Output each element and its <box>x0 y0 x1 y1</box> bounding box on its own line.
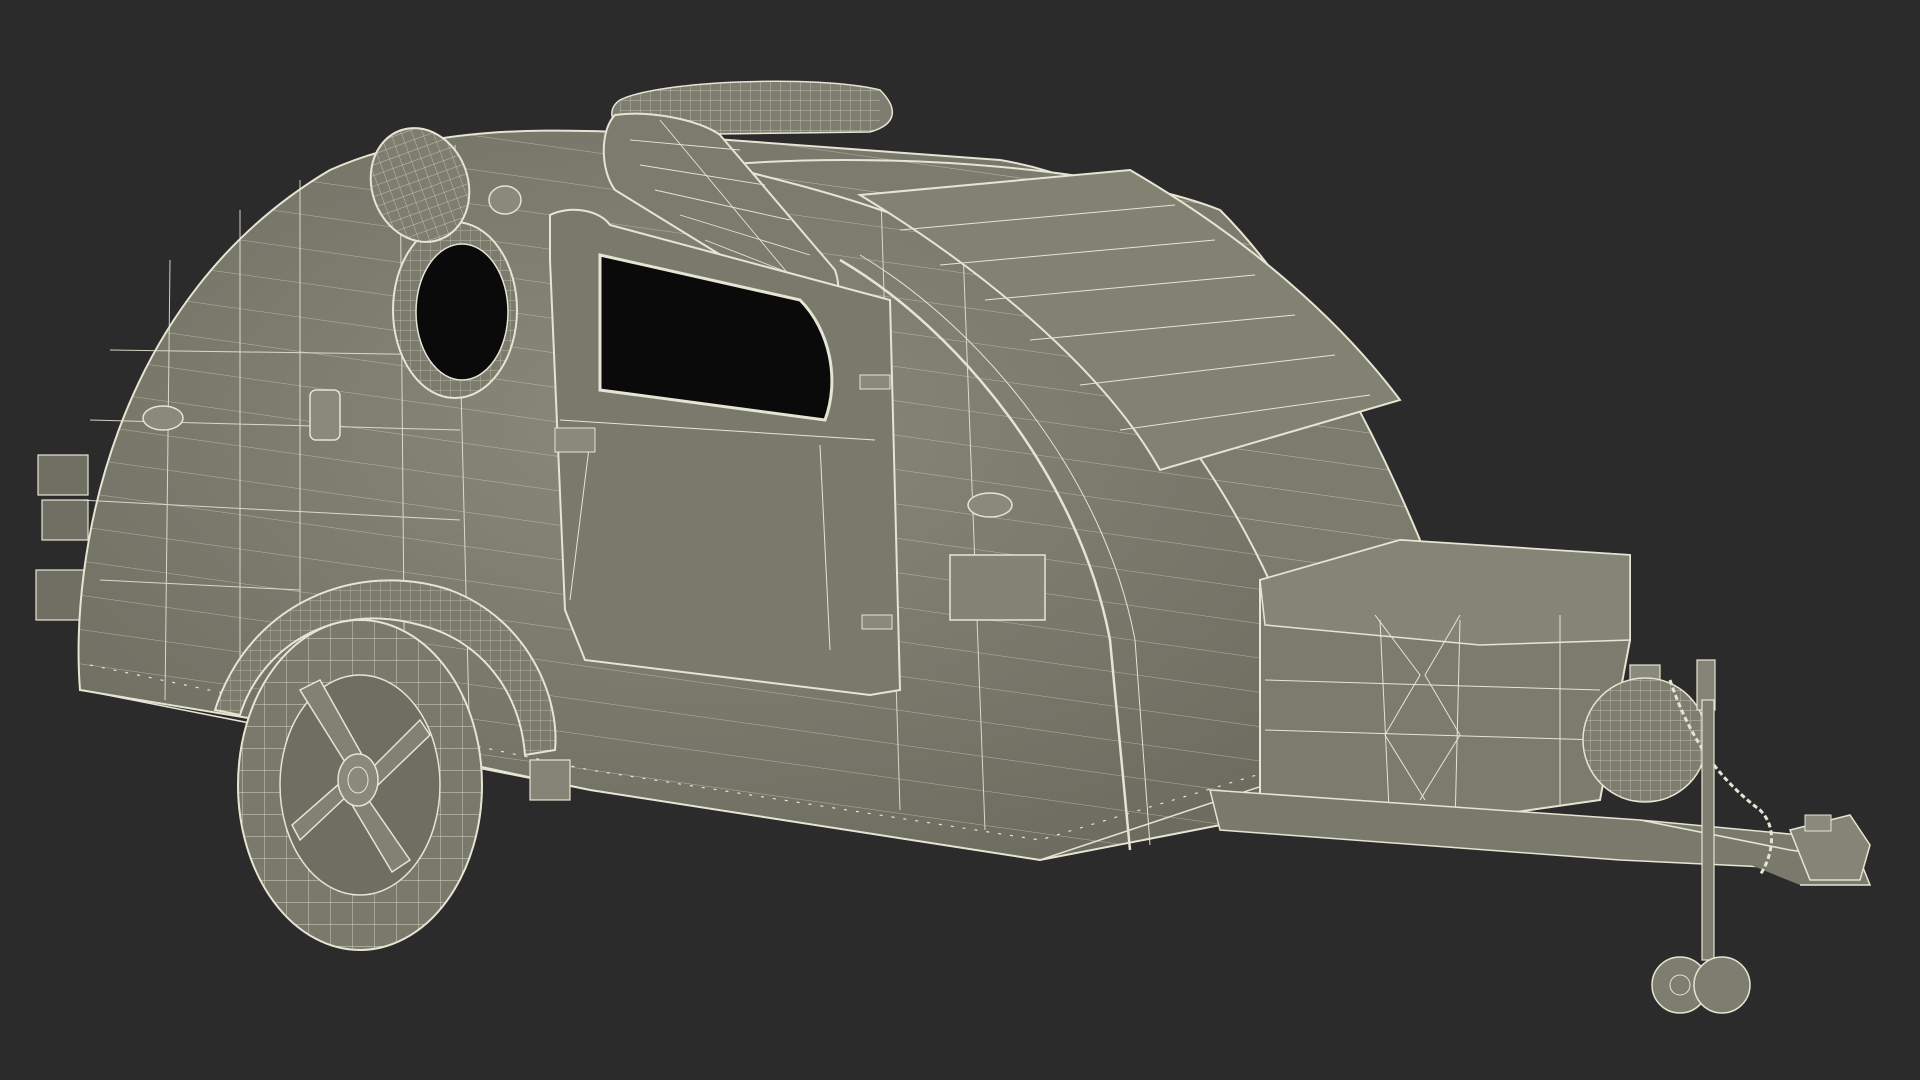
tongue-box <box>1259 538 1631 832</box>
render-viewport <box>0 0 1920 1080</box>
axle-bracket <box>529 759 571 801</box>
trailer-render <box>35 80 1872 1014</box>
rear-rack <box>35 454 89 621</box>
wheel <box>237 619 483 951</box>
side-vent <box>949 554 1046 621</box>
porthole-window <box>392 221 518 399</box>
